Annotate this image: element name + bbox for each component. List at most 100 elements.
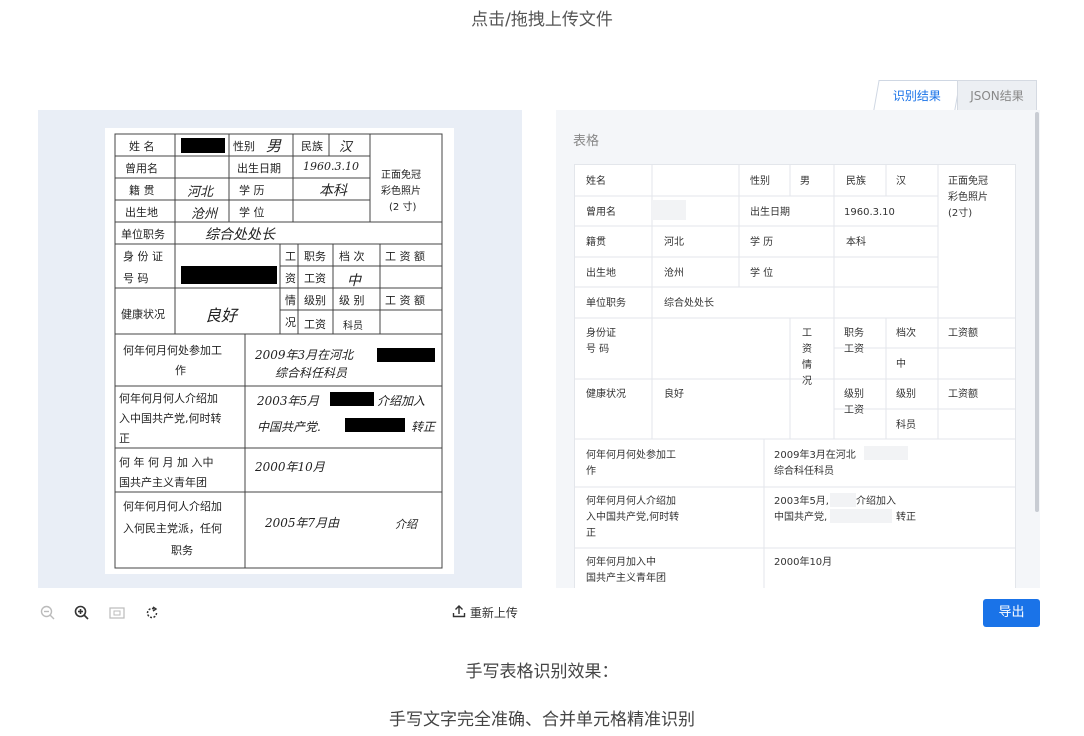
paper-a4: 2005年7月由 — [265, 516, 340, 530]
paper-former-label: 曾用名 — [125, 162, 158, 175]
paper-wage-l: 工资 — [304, 272, 326, 285]
paper-birthplace-value: 沧州 — [191, 207, 218, 222]
paper-wage-l2: 工资 — [304, 318, 326, 331]
cell-a2-line1: 2003年5月, — [774, 494, 829, 507]
paper-health-label: 健康状况 — [121, 308, 165, 321]
cell-a2-line2b: 转正 — [896, 510, 916, 523]
cell-a1-line2: 综合科任科员 — [774, 464, 834, 477]
cell-q3-line2: 国共产主义青年团 — [586, 571, 666, 584]
cell-former: 曾用名 — [586, 205, 616, 218]
paper-q4-line1: 何年何月何人介绍加 — [123, 500, 222, 513]
paper-q2-line3: 正 — [119, 432, 130, 445]
paper-gender-value: 男 — [266, 137, 282, 155]
paper-a2-line1: 2003年5月 — [257, 394, 320, 408]
cell-degree: 学 位 — [750, 266, 773, 279]
paper-a2-line1b: 介绍加入 — [377, 394, 426, 408]
paper-photo-line2: 彩色照片 — [381, 186, 421, 197]
paper-q4-line3: 职务 — [171, 544, 193, 557]
cell-ethnic-value: 汉 — [896, 175, 906, 187]
cell-health: 健康状况 — [586, 387, 626, 400]
rotate-icon[interactable] — [143, 604, 161, 622]
upload-icon — [452, 604, 466, 621]
paper-native-value: 河北 — [187, 185, 214, 200]
cell-a1-line1: 2009年3月在河北 — [774, 448, 856, 461]
cell-birthplace: 出生地 — [586, 266, 616, 279]
cell-level-line2: 工资 — [844, 404, 864, 416]
cell-job-value: 综合处处长 — [664, 296, 714, 309]
cell-birthplace-value: 沧州 — [664, 266, 684, 279]
tab-recognition-result[interactable]: 识别结果 — [873, 80, 961, 110]
paper-id-line1: 身 份 证 — [123, 250, 163, 263]
cell-a3: 2000年10月 — [774, 555, 832, 568]
paper-wage-w3: 情 — [285, 294, 296, 307]
paper-q3-line2: 国共产主义青年团 — [119, 476, 207, 489]
paper-gender-label: 性别 — [233, 140, 255, 153]
paper-native-label: 籍 贯 — [129, 184, 155, 197]
paper-degree-label: 学 位 — [239, 206, 265, 219]
paper-q1-line2: 作 — [175, 364, 186, 377]
fit-screen-icon[interactable] — [108, 604, 126, 622]
result-section-label: 表格 — [573, 134, 600, 149]
paper-duty-label: 职务 — [304, 250, 326, 263]
paper-birth-value: 1960.3.10 — [303, 160, 359, 173]
upload-title[interactable]: 点击/拖拽上传文件 — [0, 5, 1084, 30]
cell-q3-line1: 何年何月加入中 — [586, 555, 656, 568]
cell-grade: 档次 — [896, 326, 916, 339]
tab-json-result[interactable]: JSON结果 — [957, 80, 1037, 110]
paper-ethnic-value: 汉 — [339, 140, 353, 155]
paper-q1-line1: 何年何月何处参加工 — [123, 344, 222, 357]
cell-edu-value: 本科 — [846, 235, 866, 248]
cell-q2-line1: 何年何月何人介绍加 — [586, 494, 676, 507]
cell-edu: 学 历 — [750, 235, 773, 248]
cell-q2-line3: 正 — [586, 528, 596, 539]
result-scrollbar[interactable] — [1035, 112, 1039, 512]
cell-wage-w1: 工 — [802, 328, 812, 339]
export-button[interactable]: 导出 — [983, 599, 1040, 627]
cell-a2-line2: 中国共产党, — [774, 510, 827, 523]
paper-name-label: 姓 名 — [129, 140, 155, 153]
cell-native-value: 河北 — [664, 236, 684, 248]
paper-photo-line1: 正面免冠 — [381, 170, 421, 181]
cell-id-line1: 身份证 — [586, 326, 616, 339]
paper-wage-w2: 资 — [285, 272, 296, 285]
paper-wage-mid: 中 — [347, 273, 361, 289]
paper-a1-line2: 综合科任科员 — [275, 366, 348, 380]
cell-wage-w2: 资 — [802, 343, 812, 355]
scanned-form-image: 姓 名 性别 男 民族 汉 正面免冠 彩色照片 (2 寸) 曾用名 出生日期 1… — [105, 128, 454, 574]
paper-q4-line2: 入何民主党派，任何 — [123, 522, 222, 535]
result-table-grid: 姓名 性别 男 民族 汉 正面免冠 彩色照片 (2寸) 曾用名 出生日期 196… — [574, 164, 1016, 588]
cell-photo-line2: 彩色照片 — [948, 190, 988, 203]
zoom-out-icon[interactable] — [39, 604, 57, 622]
paper-q2-line2: 入中国共产党,何时转 — [119, 412, 222, 425]
cell-gender: 性别 — [750, 174, 770, 187]
paper-job-label: 单位职务 — [121, 228, 165, 241]
cell-health-value: 良好 — [664, 387, 684, 400]
cell-gender-value: 男 — [800, 175, 810, 187]
cell-q2-line2: 入中国共产党,何时转 — [586, 510, 679, 523]
cell-wage2: 工资额 — [948, 387, 978, 400]
paper-wage-label: 工 资 额 — [385, 250, 425, 263]
paper-level-label: 级别 — [304, 294, 326, 307]
paper-a4b: 介绍 — [395, 518, 417, 531]
cell-native: 籍贯 — [586, 235, 606, 248]
paper-q2-line1: 何年何月何人介绍加 — [119, 392, 218, 405]
cell-birth: 出生日期 — [750, 205, 790, 218]
paper-a2-line2: 中国共产党. — [257, 420, 321, 434]
reupload-button[interactable]: 重新上传 — [452, 604, 518, 621]
paper-a1-line1: 2009年3月在河北 — [255, 348, 354, 362]
cell-id-line2: 号 码 — [586, 343, 609, 355]
caption-line2: 手写文字完全准确、合并单元格精准识别 — [389, 710, 695, 730]
cell-level-line1: 级别 — [844, 388, 864, 400]
zoom-in-icon[interactable] — [73, 604, 91, 622]
paper-health-value: 良好 — [205, 306, 238, 325]
cell-photo-line3: (2寸) — [948, 206, 972, 219]
paper-wage-w1: 工 — [285, 250, 296, 263]
cell-name: 姓名 — [586, 174, 606, 187]
cell-grade-mid: 中 — [896, 357, 906, 370]
paper-level-grade: 级 别 — [339, 294, 365, 307]
paper-wage-w4: 况 — [285, 316, 296, 329]
paper-birthplace-label: 出生地 — [125, 206, 158, 219]
cell-birth-value: 1960.3.10 — [844, 207, 895, 218]
cell-job: 单位职务 — [586, 296, 626, 309]
paper-birth-label: 出生日期 — [237, 162, 281, 175]
